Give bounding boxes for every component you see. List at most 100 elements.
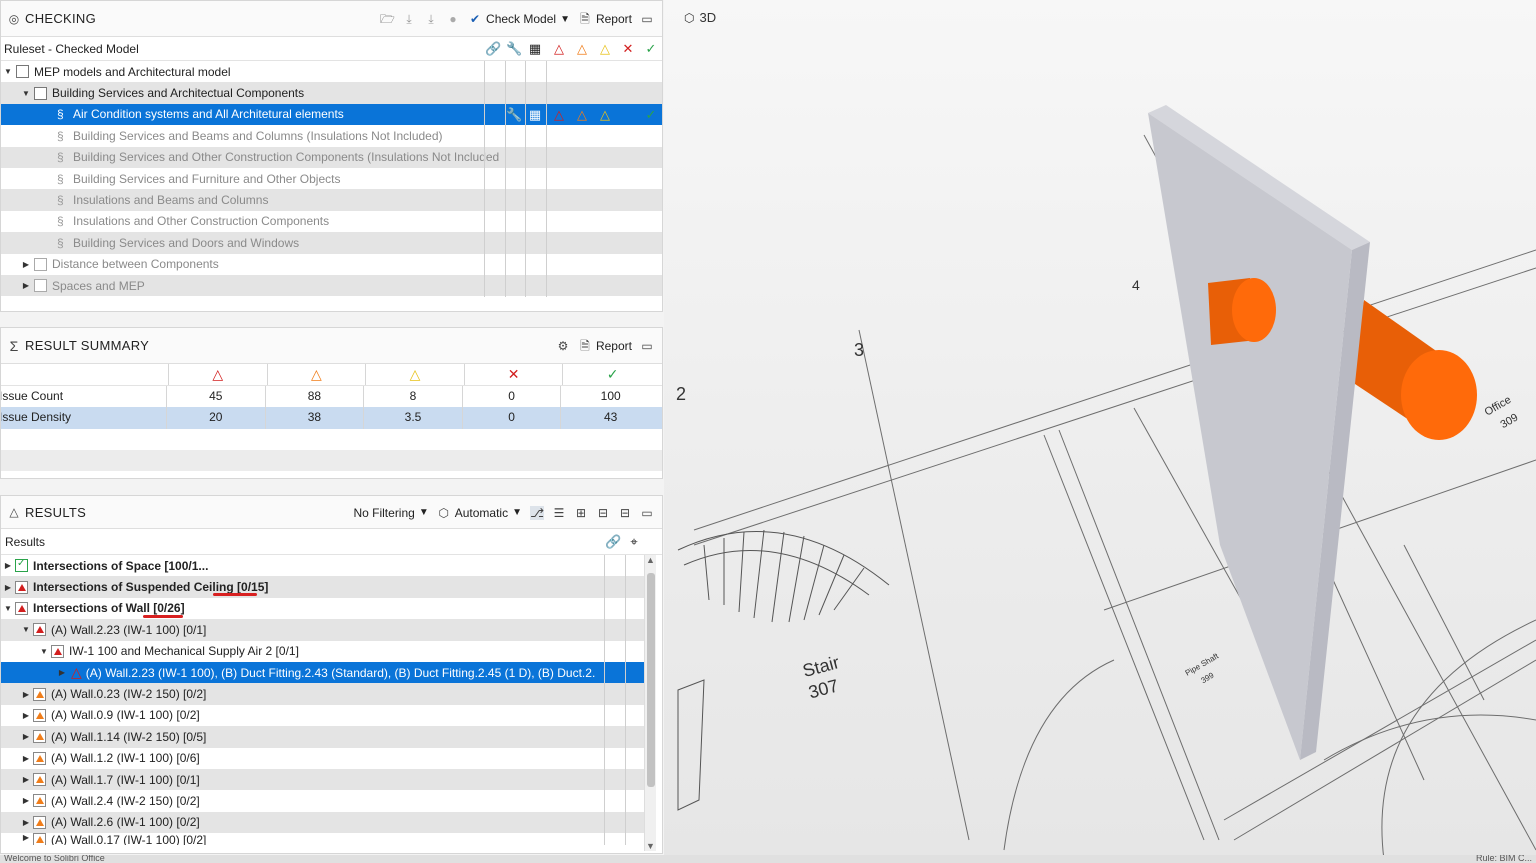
expand-triangle-icon[interactable]: ▶ <box>21 260 31 269</box>
result-row[interactable]: ▼ IW-1 100 and Mechanical Supply Air 2 [… <box>1 641 645 662</box>
filter-dropdown[interactable]: No Filtering ▼ <box>353 506 428 520</box>
result-row[interactable]: ▶ (A) Wall.1.2 (IW-1 100) [0/6] <box>1 748 645 769</box>
summary-row-issue-count[interactable]: Issue Count 45 88 8 0 100 <box>1 385 662 407</box>
mode-dropdown[interactable]: ⬡ Automatic ▼ <box>437 506 522 520</box>
tree-row[interactable]: § Building Services and Furniture and Ot… <box>1 168 662 189</box>
critical-severity-icon: △ <box>554 41 564 56</box>
tree-row[interactable]: § Insulations and Beams and Columns <box>1 189 662 211</box>
moderate-issue-icon <box>33 833 46 846</box>
result-row[interactable]: ▶ Intersections of Space [100/1... <box>1 555 645 576</box>
tree-row[interactable]: § Building Services and Doors and Window… <box>1 232 662 254</box>
table-icon[interactable]: ▦ <box>527 41 543 57</box>
filter-label: No Filtering <box>353 505 415 520</box>
tree-row[interactable]: § Building Services and Other Constructi… <box>1 146 662 168</box>
scroll-up-icon[interactable]: ▲ <box>646 555 655 565</box>
result-row[interactable]: ▶ (A) Wall.0.17 (IW-1 100) [0/2] <box>1 833 645 846</box>
check-model-button[interactable]: ✔ Check Model ▼ <box>468 12 570 26</box>
pipe-shaft-number: 399 <box>1199 670 1216 685</box>
moderate-severity-icon: △ <box>268 364 367 385</box>
list-view-icon[interactable]: ☰ <box>552 506 566 520</box>
result-row[interactable]: ▼ Intersections of Wall [0/26] <box>1 598 645 619</box>
tree-row-label: MEP models and Architectural model <box>34 64 231 79</box>
result-row[interactable]: ▶ (A) Wall.1.7 (IW-1 100) [0/1] <box>1 768 645 791</box>
tree-row[interactable]: § Air Condition systems and All Architet… <box>1 103 662 126</box>
scroll-down-icon[interactable]: ▼ <box>646 841 655 851</box>
maximize-icon[interactable]: ▭ <box>640 12 654 26</box>
3d-model-canvas[interactable]: Stair 307 Office 309 Pipe Shaft 399 3 4 … <box>664 0 1536 863</box>
status-bar: Welcome to Solibri Office Rule: BIM C... <box>0 855 1536 863</box>
chevron-down-icon: ▼ <box>418 507 429 518</box>
slide-alt-icon[interactable]: ⊟ <box>618 506 632 520</box>
expand-triangle-icon[interactable]: ▶ <box>3 583 13 592</box>
hierarchy-icon[interactable]: ⎇ <box>530 505 544 520</box>
expand-triangle-icon[interactable]: ▶ <box>21 690 31 699</box>
result-row[interactable]: ▶ Intersections of Suspended Ceiling [0/… <box>1 576 645 598</box>
expand-triangle-icon[interactable]: ▶ <box>21 754 31 763</box>
expand-triangle-icon[interactable]: ▼ <box>39 647 49 656</box>
result-row[interactable]: ▶ (A) Wall.2.4 (IW-2 150) [0/2] <box>1 790 645 811</box>
critical-issue-icon <box>33 623 46 637</box>
focus-icon[interactable]: ⌖ <box>626 534 642 550</box>
wrench-icon[interactable]: 🔧 <box>506 41 522 57</box>
maximize-icon[interactable]: ▭ <box>640 339 654 353</box>
expand-triangle-icon[interactable]: ▼ <box>3 604 13 613</box>
stop-icon[interactable]: ● <box>446 12 460 26</box>
summary-row-issue-density[interactable]: Issue Density 20 38 3.5 0 43 <box>1 407 662 429</box>
result-row-label: (A) Wall.1.2 (IW-1 100) [0/6] <box>51 751 200 766</box>
link-icon[interactable]: 🔗 <box>605 534 621 550</box>
check-circle-icon: ✔ <box>470 12 481 26</box>
checking-title: CHECKING <box>25 11 97 26</box>
slide-icon[interactable]: ⊟ <box>596 506 610 520</box>
result-row[interactable]: ▶ △ (A) Wall.2.23 (IW-1 100), (B) Duct F… <box>1 661 645 684</box>
expand-triangle-icon[interactable]: ▼ <box>21 89 31 98</box>
result-row[interactable]: ▼ (A) Wall.2.23 (IW-1 100) [0/1] <box>1 619 645 641</box>
expand-triangle-icon[interactable]: ▶ <box>21 796 31 805</box>
summary-report-button[interactable]: 🗎 Report <box>578 339 632 353</box>
expand-triangle-icon[interactable]: ▶ <box>21 818 31 827</box>
result-row[interactable]: ▶ (A) Wall.0.9 (IW-1 100) [0/2] <box>1 705 645 726</box>
expand-triangle-icon[interactable]: ▶ <box>21 833 31 842</box>
result-row[interactable]: ▶ (A) Wall.0.23 (IW-2 150) [0/2] <box>1 683 645 705</box>
expand-triangle-icon[interactable]: ▶ <box>21 711 31 720</box>
tree-row[interactable]: ▶ Distance between Components <box>1 254 662 275</box>
tree-row[interactable]: ▼ Building Services and Architectual Com… <box>1 82 662 104</box>
summary-table: △ △ △ ✕ ✓ Issue Count 45 88 8 0 100 Issu… <box>1 364 662 471</box>
expand-triangle-icon[interactable]: ▶ <box>21 732 31 741</box>
results-tree-header: Results 🔗 ⌖ <box>1 529 662 555</box>
table-icon[interactable]: ▦ <box>527 107 543 123</box>
report-button[interactable]: 🗎 Report <box>578 12 632 26</box>
result-row[interactable]: ▶ (A) Wall.1.14 (IW-2 150) [0/5] <box>1 726 645 748</box>
download-all-icon[interactable]: ⤓ <box>424 12 438 26</box>
wrench-icon[interactable]: 🔧 <box>506 107 522 123</box>
tree-row[interactable]: § Insulations and Other Construction Com… <box>1 211 662 232</box>
tree-row[interactable]: ▼ MEP models and Architectural model <box>1 61 662 82</box>
app-window: ◎ CHECKING 🗁 ⤓ ⤓ ● ✔ Check Model ▼ 🗎 Rep… <box>0 0 1536 863</box>
add-slide-icon[interactable]: ⊞ <box>574 506 588 520</box>
open-folder-icon[interactable]: 🗁 <box>380 12 395 26</box>
tree-row-label: Building Services and Beams and Columns … <box>73 128 443 143</box>
expand-triangle-icon[interactable]: ▼ <box>3 67 13 76</box>
download-icon[interactable]: ⤓ <box>402 12 416 26</box>
chevron-down-icon[interactable]: ▼ <box>560 14 570 25</box>
3d-view[interactable]: ⬡ 3D Stair 307 Office 309 Pipe Shaft 399… <box>664 0 1536 863</box>
summary-header-row: △ △ △ ✕ ✓ <box>1 364 662 386</box>
summary-cell: 8 <box>364 385 463 407</box>
settings-chart-icon[interactable]: ⚙ <box>556 339 570 353</box>
result-row-label: (A) Wall.2.6 (IW-1 100) [0/2] <box>51 815 200 830</box>
expand-triangle-icon[interactable]: ▶ <box>3 561 13 570</box>
model-folder-icon <box>16 65 29 79</box>
expand-triangle-icon[interactable]: ▶ <box>21 281 31 290</box>
summary-cell: 38 <box>266 407 365 429</box>
result-row[interactable]: ▶ (A) Wall.2.6 (IW-1 100) [0/2] <box>1 811 645 834</box>
maximize-icon[interactable]: ▭ <box>640 506 654 520</box>
expand-triangle-icon[interactable]: ▼ <box>21 625 31 634</box>
expand-triangle-icon[interactable]: ▶ <box>21 775 31 784</box>
scrollbar-thumb[interactable] <box>647 573 655 787</box>
reject-icon: ✕ <box>622 41 634 56</box>
tree-row[interactable]: § Building Services and Beams and Column… <box>1 125 662 146</box>
results-scrollbar[interactable]: ▲ ▼ <box>644 555 656 851</box>
expand-triangle-icon[interactable]: ▶ <box>57 668 67 677</box>
summary-report-label: Report <box>595 339 632 353</box>
link-icon[interactable]: 🔗 <box>485 41 501 57</box>
tree-row[interactable]: ▶ Spaces and MEP <box>1 274 662 297</box>
